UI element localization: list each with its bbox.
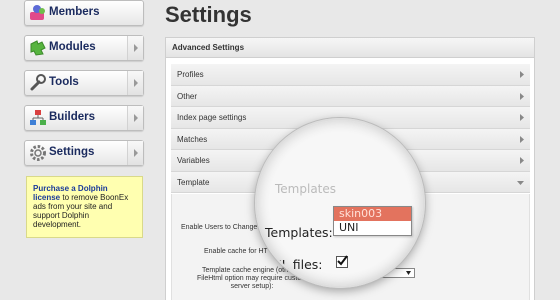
builders-icon [28, 108, 48, 128]
sidebar-item-label: Members [49, 6, 100, 18]
section-label: Other [177, 91, 198, 101]
chevron-right-icon [127, 106, 143, 130]
sidebar-item-members[interactable]: Members [24, 0, 144, 26]
panel-title: Advanced Settings [166, 38, 534, 58]
chevron-right-icon [520, 135, 524, 143]
section-profiles[interactable]: Profiles [171, 64, 530, 86]
sidebar-item-settings[interactable]: Settings [24, 140, 144, 166]
section-label: Profiles [177, 70, 204, 79]
gear-icon [28, 143, 48, 163]
chevron-down-icon [517, 180, 524, 185]
sidebar-item-label: Tools [49, 76, 79, 88]
license-promo: Purchase a Dolphin license to remove Boo… [26, 176, 143, 238]
html-files-label: ML files: [271, 257, 323, 272]
chevron-right-icon [127, 141, 143, 165]
sidebar-item-builders[interactable]: Builders [24, 105, 144, 131]
chevron-right-icon [520, 71, 524, 78]
html-cache-checkbox[interactable] [336, 255, 348, 268]
checkmark-icon [337, 255, 348, 266]
templates-dropdown[interactable]: skin003 UNI [333, 206, 412, 236]
enable-users-label: Enable Users to Change [181, 224, 258, 231]
section-label: Template [177, 177, 210, 187]
template-option-skin003[interactable]: skin003 [334, 207, 411, 221]
sidebar-item-label: Settings [49, 146, 95, 158]
templates-label: Templates: [265, 225, 333, 240]
section-other[interactable]: Other [171, 85, 530, 107]
sidebar-item-label: Modules [49, 41, 96, 53]
wrench-icon [28, 73, 48, 93]
chevron-down-icon [406, 271, 411, 275]
template-option-uni[interactable]: UNI [334, 221, 411, 235]
sidebar-item-tools[interactable]: Tools [24, 70, 144, 96]
members-icon [28, 3, 48, 23]
enable-cache-label: Enable cache for HT [204, 248, 268, 255]
magnifier-lens: Templates Templates: skin003 UNI ML file… [255, 118, 425, 288]
sidebar-item-label: Builders [49, 111, 96, 123]
ghost-templates-text: Templates [275, 182, 337, 196]
chevron-right-icon [127, 71, 143, 95]
sidebar-item-modules[interactable]: Modules [24, 35, 144, 61]
section-label: Variables [177, 156, 210, 165]
section-label: Index page settings [177, 113, 247, 122]
chevron-right-icon [127, 36, 143, 60]
chevron-right-icon [520, 157, 524, 164]
section-label: Matches [177, 134, 208, 144]
chevron-right-icon [520, 92, 524, 100]
puzzle-icon [28, 38, 48, 58]
page-title: Settings [165, 2, 252, 27]
chevron-right-icon [520, 114, 524, 121]
